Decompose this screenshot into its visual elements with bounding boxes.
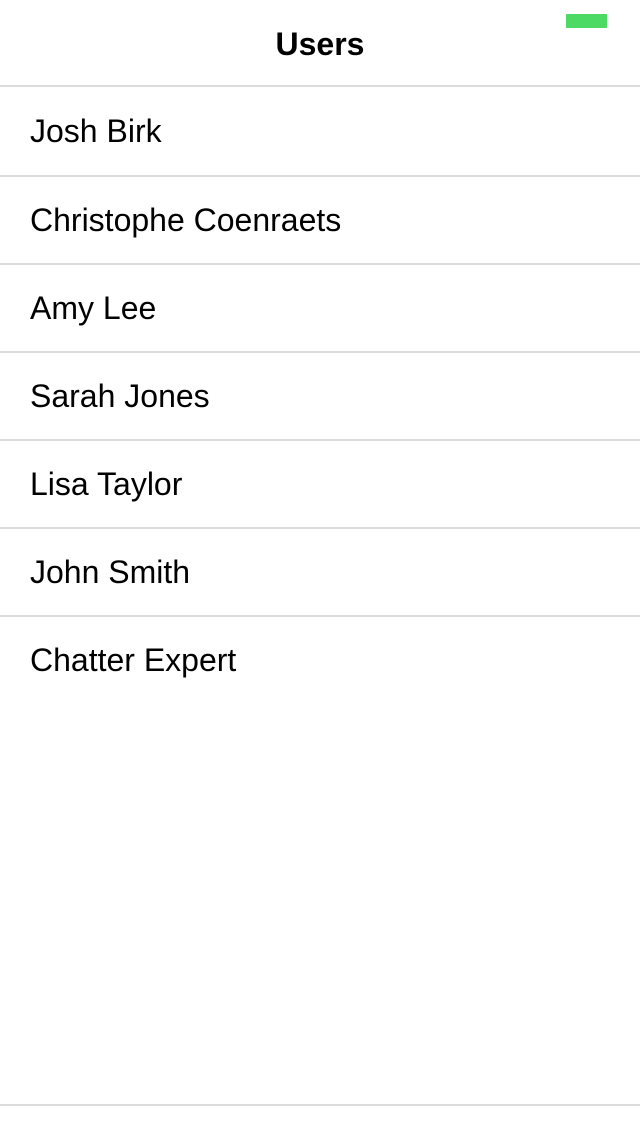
user-name: Josh Birk <box>30 113 162 149</box>
user-list-item[interactable]: Chatter Expert <box>0 615 640 703</box>
user-name: Chatter Expert <box>30 642 237 678</box>
user-list-item[interactable]: Sarah Jones <box>0 351 640 439</box>
app-screen: Users Josh Birk Christophe Coenraets Amy… <box>0 0 640 1136</box>
user-name: Christophe Coenraets <box>30 202 342 238</box>
user-list-item[interactable]: Amy Lee <box>0 263 640 351</box>
page-title: Users <box>275 26 365 62</box>
user-list-item[interactable]: Lisa Taylor <box>0 439 640 527</box>
user-list-item[interactable]: Josh Birk <box>0 87 640 175</box>
user-name: Sarah Jones <box>30 378 210 414</box>
user-list-item[interactable]: John Smith <box>0 527 640 615</box>
user-name: Lisa Taylor <box>30 466 183 502</box>
user-name: Amy Lee <box>30 290 157 326</box>
bottom-toolbar <box>0 1104 640 1136</box>
navigation-bar: Users <box>0 0 640 87</box>
user-list-item[interactable]: Christophe Coenraets <box>0 175 640 263</box>
user-list: Josh Birk Christophe Coenraets Amy Lee S… <box>0 87 640 703</box>
user-name: John Smith <box>30 554 191 590</box>
